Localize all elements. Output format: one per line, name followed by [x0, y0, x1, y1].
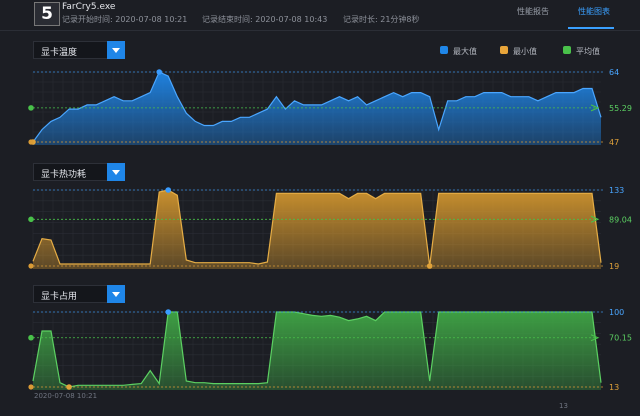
chart-2: 100 70.15 13	[28, 308, 632, 392]
max-point-marker	[165, 309, 172, 315]
avg-value-label: 89.04	[609, 215, 632, 224]
series-area	[33, 312, 601, 390]
avg-value-label: 70.15	[609, 334, 632, 343]
max-value-label: 133	[609, 186, 624, 195]
min-start-marker	[28, 384, 34, 390]
avg-value-label: 55.29	[609, 104, 632, 113]
series-area	[33, 72, 601, 145]
min-value-label: 47	[609, 138, 619, 147]
max-point-marker	[156, 69, 163, 75]
max-value-label: 100	[609, 308, 624, 317]
min-start-marker	[28, 139, 34, 145]
timeline-end-time: 13	[559, 402, 568, 410]
avg-start-marker	[28, 216, 34, 223]
min-point-marker	[66, 384, 72, 390]
avg-start-marker	[28, 334, 34, 341]
chart-0: 64 55.29 47	[28, 68, 632, 147]
min-start-marker	[28, 263, 34, 269]
timeline-start-time: 2020-07-08 10:21	[34, 392, 98, 400]
min-value-label: 13	[609, 383, 619, 392]
avg-start-marker	[28, 105, 34, 111]
max-value-label: 64	[609, 68, 619, 77]
max-point-marker	[165, 187, 172, 193]
charts-canvas: 64 55.29 47 133 89.04 19 100 70.15 13	[28, 68, 632, 392]
min-point-marker	[426, 263, 433, 269]
chart-1: 133 89.04 19	[28, 186, 632, 271]
series-area	[33, 190, 601, 269]
min-value-label: 19	[609, 262, 619, 271]
